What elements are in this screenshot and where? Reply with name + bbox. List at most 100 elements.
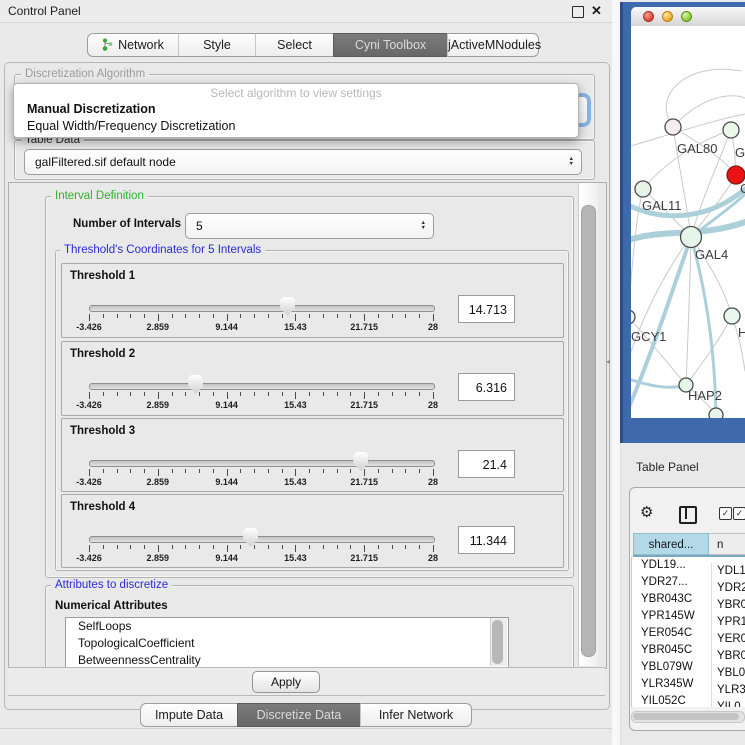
slider-tick xyxy=(158,392,159,399)
threshold-3-value-field[interactable]: 21.4 xyxy=(458,450,515,478)
network-node[interactable] xyxy=(709,408,723,418)
numerical-attributes-list[interactable]: SelfLoopsTopologicalCoefficientBetweenne… xyxy=(65,617,509,669)
tab-select[interactable]: Select xyxy=(255,33,333,57)
vertical-scrollbar-thumb[interactable] xyxy=(581,205,596,657)
slider-tick-label: -3.426 xyxy=(76,400,102,410)
slider-tick xyxy=(172,469,173,473)
network-canvas[interactable]: GAL80GACGAL11GAL4GCY1HHAP2 xyxy=(631,26,745,418)
table-row[interactable]: YER054CYER0 xyxy=(632,625,745,642)
tab-network[interactable]: Network xyxy=(87,33,178,57)
close-icon[interactable]: ✕ xyxy=(591,3,602,19)
threshold-4-value-field[interactable]: 11.344 xyxy=(458,526,515,554)
tab-jactivemnodules[interactable]: jActiveMNodules xyxy=(447,33,539,57)
bottom-tab-impute-data[interactable]: Impute Data xyxy=(140,703,237,727)
slider-tick xyxy=(144,392,145,396)
slider-tick xyxy=(130,545,131,549)
table-row[interactable]: YDL19...YDL1 xyxy=(632,557,745,574)
float-window-icon[interactable] xyxy=(572,6,584,18)
slider-tick xyxy=(199,469,200,473)
slider-tick xyxy=(337,392,338,396)
traffic-light-zoom-icon[interactable] xyxy=(681,11,692,22)
splitter-collapse-icon[interactable]: ◂ xyxy=(606,357,610,366)
threshold-2-box: Threshold 2-3.4262.8599.14415.4321.71528… xyxy=(61,341,564,416)
network-node-label-gal11: GAL11 xyxy=(642,198,682,213)
slider-tick xyxy=(158,469,159,476)
table-row[interactable]: YDR27...YDR2 xyxy=(632,574,745,591)
table-row[interactable]: YBL079WYBL0 xyxy=(632,659,745,676)
network-edge xyxy=(666,69,741,127)
slider-tick xyxy=(130,314,131,318)
network-node[interactable] xyxy=(635,181,651,197)
tab-cyni-toolbox[interactable]: Cyni Toolbox xyxy=(333,33,447,57)
combo-arrows-icon: ▲▼ xyxy=(569,157,574,167)
dropdown-option-equal-width-frequency-discretization[interactable]: Equal Width/Frequency Discretization xyxy=(14,118,578,135)
slider-tick-label: 21.715 xyxy=(350,400,378,410)
numerical-attributes-label: Numerical Attributes xyxy=(55,600,168,612)
slider-tick xyxy=(117,545,118,549)
slider-tick xyxy=(364,469,365,476)
slider-tick xyxy=(172,314,173,318)
table-row[interactable]: YLR345WYLR3 xyxy=(632,676,745,693)
table-header-shared[interactable]: shared... xyxy=(633,533,709,555)
dropdown-option-manual-discretization[interactable]: Manual Discretization xyxy=(14,101,578,118)
table-data-combobox[interactable]: galFiltered.sif default node ▲▼ xyxy=(24,149,582,175)
slider-tick xyxy=(282,314,283,318)
slider-tick xyxy=(199,545,200,549)
columns-icon-divider xyxy=(685,507,687,519)
network-node[interactable] xyxy=(681,227,702,248)
attribute-item-topologicalcoefficient[interactable]: TopologicalCoefficient xyxy=(66,635,508,652)
network-node[interactable] xyxy=(665,119,681,135)
slider-tick xyxy=(295,392,296,399)
slider-tick xyxy=(144,314,145,318)
control-panel-tabbar: NetworkStyleSelectCyni ToolboxjActiveMNo… xyxy=(87,33,539,57)
checkbox-icon[interactable]: ✓ xyxy=(733,507,745,520)
threshold-3-slider-thumb[interactable] xyxy=(353,452,368,471)
table-row[interactable]: YBR045CYBR0 xyxy=(632,642,745,659)
slider-tick xyxy=(117,314,118,318)
threshold-3-slider-track[interactable] xyxy=(89,460,435,467)
table-row[interactable]: YIL052CYIL0 xyxy=(632,693,745,707)
slider-tick xyxy=(282,469,283,473)
window-bottom-edge xyxy=(0,728,613,729)
network-node[interactable] xyxy=(631,310,635,324)
network-node[interactable] xyxy=(723,122,739,138)
gear-icon[interactable]: ⚙ xyxy=(640,503,653,521)
table-row[interactable]: YBR043CYBR0 xyxy=(632,591,745,608)
threshold-4-slider-thumb[interactable] xyxy=(243,528,258,547)
threshold-2-slider-thumb[interactable] xyxy=(188,375,203,394)
traffic-light-minimize-icon[interactable] xyxy=(662,11,673,22)
slider-tick-label: 15.43 xyxy=(284,553,307,563)
checkbox-icon[interactable]: ✓ xyxy=(719,507,732,520)
table-cell-shared-name: YER054C xyxy=(632,625,711,642)
table-row[interactable]: YPR145WYPR1 xyxy=(632,608,745,625)
slider-tick xyxy=(309,469,310,473)
slider-tick xyxy=(185,545,186,549)
traffic-light-close-icon[interactable] xyxy=(643,11,654,22)
network-node[interactable] xyxy=(724,308,740,324)
table-header-name[interactable]: n xyxy=(709,533,745,555)
tab-style[interactable]: Style xyxy=(178,33,255,57)
threshold-1-label: Threshold 1 xyxy=(70,270,135,282)
table-cell-shared-name: YBL079W xyxy=(632,659,711,676)
bottom-tab-infer-network[interactable]: Infer Network xyxy=(360,703,472,727)
network-window-titlebar[interactable] xyxy=(631,7,745,27)
columns-icon[interactable] xyxy=(679,506,697,524)
threshold-2-value-field[interactable]: 6.316 xyxy=(458,373,515,401)
bottom-tab-impute-data-label: Impute Data xyxy=(155,708,223,722)
attribute-item-selfloops[interactable]: SelfLoops xyxy=(66,618,508,635)
slider-tick xyxy=(158,545,159,552)
slider-tick xyxy=(213,545,214,549)
slider-tick xyxy=(103,392,104,396)
threshold-2-slider-track[interactable] xyxy=(89,383,435,390)
attributes-list-scrollbar-thumb[interactable] xyxy=(492,620,503,664)
apply-button[interactable]: Apply xyxy=(252,671,320,693)
threshold-1-value-field[interactable]: 14.713 xyxy=(458,295,515,323)
threshold-4-slider-track[interactable] xyxy=(89,536,435,543)
horizontal-scrollbar-thumb[interactable] xyxy=(633,713,739,720)
slider-tick xyxy=(323,545,324,549)
threshold-1-slider-track[interactable] xyxy=(89,305,435,312)
slider-tick xyxy=(254,469,255,473)
bottom-tab-discretize-data[interactable]: Discretize Data xyxy=(237,703,360,727)
number-of-intervals-combobox[interactable]: 5 ▲▼ xyxy=(185,213,434,239)
threshold-2-label: Threshold 2 xyxy=(70,348,135,360)
